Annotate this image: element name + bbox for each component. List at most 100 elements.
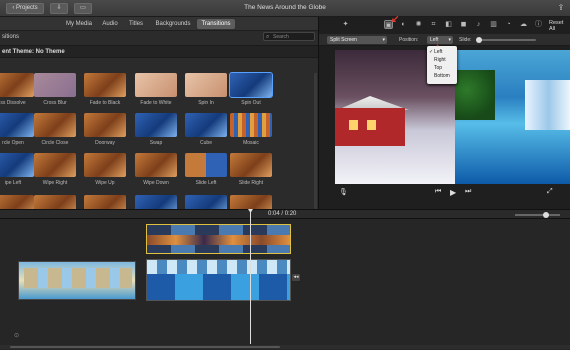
volume-icon[interactable]: ♪ <box>474 20 483 29</box>
voiceover-icon[interactable]: ⊙ <box>14 332 19 339</box>
transition-thumbnail <box>34 113 76 137</box>
transition-tile[interactable]: Cube <box>185 113 227 150</box>
transition-thumbnail <box>229 72 273 98</box>
transition-thumbnail <box>34 73 76 97</box>
share-icon[interactable]: ⇪ <box>556 3 566 13</box>
crop-icon[interactable]: ⌗ <box>429 20 438 29</box>
playback-bar: 🎙 ⏮ ▶ ⏭ ⤢ <box>319 184 570 203</box>
transition-tile[interactable]: Slide Right <box>230 153 272 190</box>
menu-item-left[interactable]: ✓ Left <box>427 48 457 56</box>
tab-my-media[interactable]: My Media <box>63 19 95 29</box>
transition-tile[interactable]: Fade to Black <box>84 73 126 110</box>
search-icon: ⌕ <box>266 34 270 40</box>
timecode: 0:04 / 0:20 <box>268 211 297 217</box>
color-correction-icon[interactable]: ✺ <box>414 20 423 29</box>
camera-icon[interactable]: ◼ <box>459 20 468 29</box>
transition-thumbnail <box>84 73 126 97</box>
zoom-knob[interactable] <box>543 212 549 218</box>
fullscreen-icon[interactable]: ⤢ <box>547 188 553 196</box>
menu-item-right[interactable]: Right <box>427 56 457 64</box>
transition-thumbnail <box>230 113 272 137</box>
menu-item-bottom[interactable]: Bottom <box>427 72 457 80</box>
tab-backgrounds[interactable]: Backgrounds <box>152 19 194 29</box>
transition-thumbnail <box>185 113 227 137</box>
info-icon[interactable]: ⓘ <box>534 20 543 29</box>
transition-label: Doorway <box>95 140 115 146</box>
transition-tile[interactable]: Wipe Up <box>84 153 126 190</box>
noise-reduction-icon[interactable]: ▥ <box>489 20 498 29</box>
transition-tile[interactable]: Circle Close <box>34 113 76 150</box>
transition-thumbnail <box>34 153 76 177</box>
viewer-panel: ✦ ▣ ◐ ✺ ⌗ ◧ ◼ ♪ ▥ ◔ ☁ ⓘ Reset All ↙ Spli… <box>318 14 570 209</box>
transition-tile[interactable]: Slide Left <box>185 153 227 190</box>
speed-icon[interactable]: ◔ <box>504 20 513 29</box>
transition-tile[interactable]: Spin Out <box>229 72 273 110</box>
transition-thumbnail <box>84 113 126 137</box>
transition-thumbnail <box>135 73 177 97</box>
transition-thumbnail <box>135 113 177 137</box>
import-media-button[interactable]: ⇩ <box>50 3 68 14</box>
tab-audio[interactable]: Audio <box>99 19 121 29</box>
enhance-icon[interactable]: ✦ <box>341 20 350 29</box>
playhead[interactable] <box>250 209 251 344</box>
window-title: The News Around the Globe <box>244 4 326 11</box>
transition-tile[interactable]: Spin In <box>185 73 227 110</box>
transition-label: Spin Out <box>241 100 261 106</box>
stabilization-icon[interactable]: ◧ <box>444 20 453 29</box>
microphone-icon[interactable]: 🎙 <box>339 188 348 196</box>
transition-label: Mosaic <box>243 140 259 146</box>
color-balance-icon[interactable]: ◐ <box>399 20 408 29</box>
transition-thumbnail <box>230 153 272 177</box>
reset-all-button[interactable]: Reset All <box>549 20 570 32</box>
transition-thumbnail <box>135 153 177 177</box>
transition-tile[interactable]: Cross Blur <box>34 73 76 110</box>
projects-button[interactable]: ‹ Projects <box>6 3 44 14</box>
timeline: ◂◂ ⊙ <box>0 209 570 350</box>
transition-label: Cross Blur <box>43 100 67 106</box>
transition-label: Circle Close <box>41 140 69 146</box>
tab-titles[interactable]: Titles <box>125 19 147 29</box>
menu-item-top[interactable]: Top <box>427 64 457 72</box>
position-dropdown[interactable]: Left <box>427 36 453 44</box>
checkmark-icon: ✓ <box>429 49 434 55</box>
title-bar: ‹ Projects ⇩ ▭ The News Around the Globe… <box>0 0 570 17</box>
house-window <box>349 120 358 130</box>
transition-thumbnail <box>0 153 34 177</box>
audio-icon[interactable]: ◂◂ <box>292 274 300 281</box>
transition-tile[interactable]: Wipe Right <box>34 153 76 190</box>
tab-transitions[interactable]: Transitions <box>197 19 235 29</box>
slider-knob[interactable] <box>476 37 482 43</box>
clip-world-map[interactable] <box>18 261 136 300</box>
transition-label: Wipe Up <box>95 180 115 186</box>
slide-label: Slide: <box>459 37 472 43</box>
transition-tile[interactable]: Swap <box>135 113 177 150</box>
skip-forward-icon[interactable]: ⏭ <box>465 188 471 196</box>
play-icon[interactable]: ▶ <box>450 188 456 197</box>
transition-tile[interactable]: Wipe Down <box>135 153 177 190</box>
waterfall <box>525 80 570 130</box>
transition-thumbnail <box>185 73 227 97</box>
transition-tile[interactable]: Mosaic <box>230 113 272 150</box>
overlay-mode-dropdown[interactable]: Split Screen <box>327 36 387 44</box>
transition-tile[interactable]: Fade to White <box>135 73 177 110</box>
toggle-view-button[interactable]: ▭ <box>74 3 92 14</box>
clip-filter-icon[interactable]: ☁ <box>519 20 528 29</box>
transition-thumbnail <box>0 113 34 137</box>
overlay-settings-bar: Split Screen Position: Left Slide: <box>319 34 570 46</box>
transition-label: Swap <box>149 140 163 146</box>
zoom-slider[interactable] <box>515 212 560 218</box>
current-theme-row[interactable]: ent Theme: No Theme <box>0 45 318 58</box>
search-input[interactable]: ⌕ Search <box>263 32 315 41</box>
clip-main[interactable] <box>146 259 291 301</box>
transition-tile[interactable]: Doorway <box>84 113 126 150</box>
position-menu: ✓ Left Right Top Bottom <box>427 46 457 84</box>
slide-slider[interactable] <box>476 37 536 43</box>
transition-label: Wipe Right <box>42 180 68 186</box>
scrollbar-thumb[interactable] <box>10 346 280 348</box>
timeline-scrollbar[interactable] <box>0 345 570 349</box>
transition-thumbnail <box>185 153 227 177</box>
overlay-clip[interactable] <box>146 224 291 254</box>
preview-right-image <box>455 50 570 184</box>
section-label: sitions <box>2 34 20 40</box>
skip-back-icon[interactable]: ⏮ <box>435 188 441 196</box>
